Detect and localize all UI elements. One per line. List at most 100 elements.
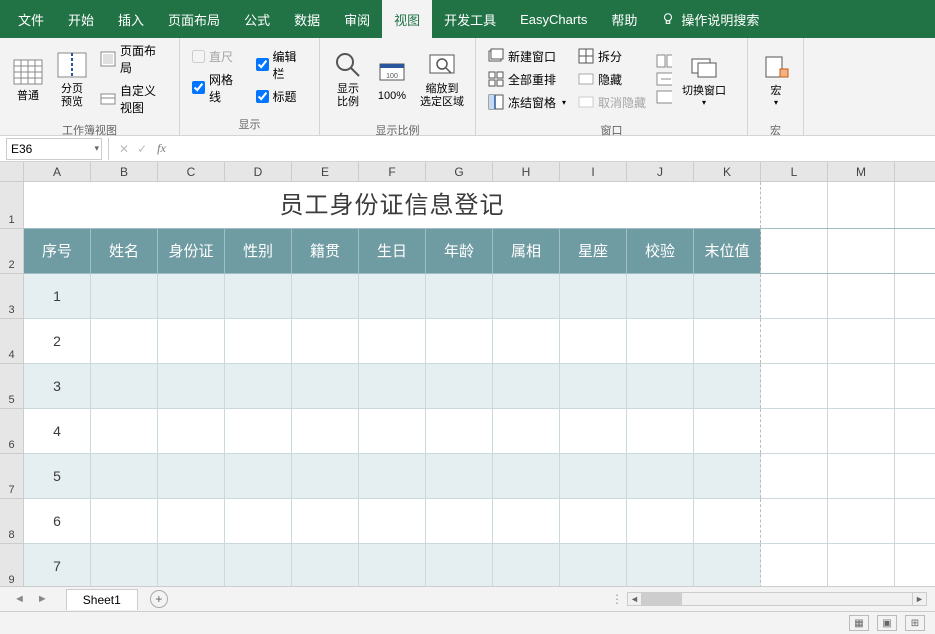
table-header-cell[interactable]: 末位值	[694, 229, 761, 273]
cell[interactable]	[560, 409, 627, 453]
table-header-cell[interactable]: 姓名	[91, 229, 158, 273]
col-header[interactable]: K	[694, 162, 761, 181]
col-header[interactable]: I	[560, 162, 627, 181]
cell[interactable]	[761, 544, 828, 586]
row-header[interactable]: 5	[0, 364, 24, 409]
cell[interactable]	[292, 274, 359, 318]
headings-checkbox[interactable]: 标题	[256, 88, 308, 105]
custom-views-button[interactable]: 自定义视图	[98, 80, 169, 118]
cell[interactable]	[761, 499, 828, 543]
tab-layout[interactable]: 页面布局	[156, 0, 232, 38]
tab-help[interactable]: 帮助	[599, 0, 649, 38]
cell[interactable]	[694, 544, 761, 586]
serial-cell[interactable]: 3	[24, 364, 91, 408]
cell[interactable]	[91, 499, 158, 543]
cell[interactable]	[761, 364, 828, 408]
tab-file[interactable]: 文件	[6, 0, 56, 38]
cell[interactable]	[225, 544, 292, 586]
cell[interactable]	[359, 544, 426, 586]
cell[interactable]	[91, 409, 158, 453]
col-header[interactable]: H	[493, 162, 560, 181]
cell[interactable]	[91, 454, 158, 498]
cell[interactable]	[359, 364, 426, 408]
cell[interactable]	[761, 229, 828, 273]
sync-scroll-icon[interactable]	[656, 71, 672, 87]
cell[interactable]	[828, 409, 895, 453]
page-layout-status-button[interactable]: ▣	[877, 615, 897, 631]
cell[interactable]	[828, 229, 895, 273]
cell[interactable]	[359, 319, 426, 363]
pagebreak-preview-button[interactable]: 分页 预览	[50, 40, 94, 118]
row-header[interactable]: 8	[0, 499, 24, 544]
cell[interactable]	[158, 319, 225, 363]
tab-view[interactable]: 视图	[382, 0, 432, 38]
cell[interactable]	[493, 409, 560, 453]
hide-button[interactable]: 隐藏	[576, 69, 648, 90]
cell[interactable]	[828, 454, 895, 498]
cell[interactable]	[493, 499, 560, 543]
serial-cell[interactable]: 2	[24, 319, 91, 363]
cell[interactable]	[694, 319, 761, 363]
serial-cell[interactable]: 6	[24, 499, 91, 543]
scroll-left-icon[interactable]: ◄	[628, 593, 642, 605]
zoom-selection-button[interactable]: 缩放到 选定区域	[414, 40, 470, 118]
cell[interactable]	[426, 364, 493, 408]
tab-insert[interactable]: 插入	[106, 0, 156, 38]
cell[interactable]	[292, 409, 359, 453]
tab-tell-me[interactable]: 操作说明搜索	[649, 0, 771, 38]
cell[interactable]	[426, 409, 493, 453]
cell[interactable]	[694, 364, 761, 408]
cell[interactable]	[560, 454, 627, 498]
row-header[interactable]: 1	[0, 182, 24, 229]
cell[interactable]	[91, 274, 158, 318]
cell[interactable]	[560, 319, 627, 363]
col-header[interactable]: B	[91, 162, 158, 181]
col-header[interactable]: G	[426, 162, 493, 181]
cell[interactable]	[493, 454, 560, 498]
tab-home[interactable]: 开始	[56, 0, 106, 38]
serial-cell[interactable]: 7	[24, 544, 91, 586]
horizontal-scrollbar[interactable]: ◄ ►	[627, 592, 927, 606]
cell[interactable]	[761, 409, 828, 453]
cell[interactable]	[560, 499, 627, 543]
cell[interactable]	[292, 319, 359, 363]
pagebreak-status-button[interactable]: ⊞	[905, 615, 925, 631]
tab-formula[interactable]: 公式	[232, 0, 282, 38]
table-header-cell[interactable]: 序号	[24, 229, 91, 273]
ruler-checkbox[interactable]: 直尺	[192, 48, 244, 65]
cell[interactable]	[828, 499, 895, 543]
cell[interactable]	[158, 454, 225, 498]
formula-input[interactable]	[166, 138, 935, 160]
cell[interactable]	[225, 454, 292, 498]
cell[interactable]	[426, 319, 493, 363]
cell[interactable]	[627, 499, 694, 543]
cell[interactable]	[292, 454, 359, 498]
cell[interactable]	[426, 499, 493, 543]
row-header[interactable]: 6	[0, 409, 24, 454]
cell[interactable]	[91, 319, 158, 363]
select-all-corner[interactable]	[0, 162, 24, 182]
cell[interactable]	[426, 274, 493, 318]
table-header-cell[interactable]: 身份证	[158, 229, 225, 273]
formula-bar-checkbox[interactable]: 编辑栏	[256, 48, 308, 82]
scroll-right-icon[interactable]: ►	[912, 593, 926, 605]
cell[interactable]	[627, 274, 694, 318]
switch-windows-button[interactable]: 切换窗口 ▾	[676, 40, 732, 118]
col-header[interactable]: C	[158, 162, 225, 181]
cells-area[interactable]: 员工身份证信息登记 序号 姓名 身份证 性别 籍贯 生日 年龄 属相 星座 校验…	[24, 182, 935, 586]
scrollbar-thumb[interactable]	[642, 593, 682, 605]
cell[interactable]	[91, 364, 158, 408]
cell[interactable]	[560, 274, 627, 318]
cell[interactable]	[426, 454, 493, 498]
cell[interactable]	[359, 454, 426, 498]
serial-cell[interactable]: 4	[24, 409, 91, 453]
cell[interactable]	[225, 319, 292, 363]
row-header[interactable]: 3	[0, 274, 24, 319]
col-header[interactable]: M	[828, 162, 895, 181]
cell[interactable]	[694, 409, 761, 453]
cell[interactable]	[292, 364, 359, 408]
cell[interactable]	[359, 499, 426, 543]
cell[interactable]	[828, 274, 895, 318]
cell[interactable]	[627, 364, 694, 408]
name-box[interactable]: E36 ▾	[6, 138, 102, 160]
